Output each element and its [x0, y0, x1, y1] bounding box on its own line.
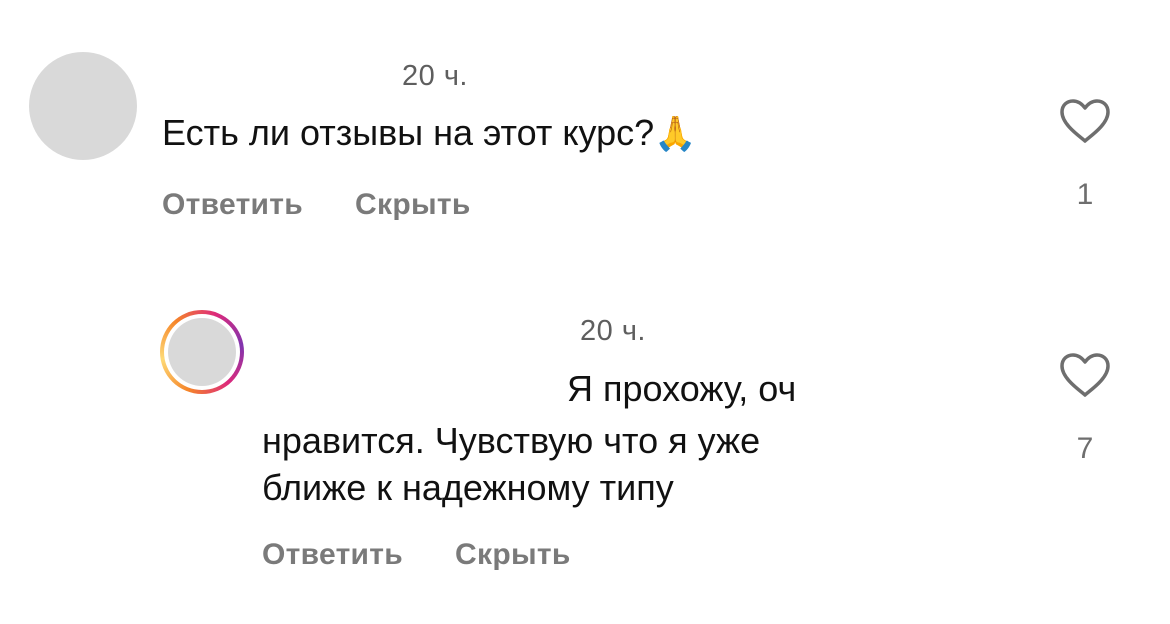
like-button[interactable]: 1 [1055, 98, 1115, 212]
comment-text-line2: нравится. Чувствую что я уже [262, 420, 761, 461]
like-count: 1 [1076, 178, 1094, 211]
reply-button[interactable]: Ответить [262, 538, 403, 572]
redacted-username [262, 330, 562, 410]
like-button[interactable]: 7 [1055, 352, 1115, 466]
comment-actions: Ответить Скрыть [262, 538, 571, 572]
hide-button[interactable]: Скрыть [355, 188, 471, 222]
heart-outline-icon [1060, 353, 1110, 397]
reply-button[interactable]: Ответить [162, 188, 303, 222]
pray-emoji-icon: 🙏 [654, 115, 697, 153]
avatar-story-ring[interactable] [160, 310, 244, 394]
avatar[interactable] [29, 52, 137, 160]
avatar [168, 318, 236, 386]
comment-text-line3: ближе к надежному типу [262, 467, 674, 508]
comment-time: 20 ч. [402, 60, 468, 92]
hide-button[interactable]: Скрыть [455, 538, 571, 572]
comment-text: Есть ли отзывы на этот курс?🙏 [162, 110, 697, 157]
comment-time: 20 ч. [580, 315, 646, 347]
comment-text-body: Есть ли отзывы на этот курс? [162, 112, 655, 153]
heart-outline-icon [1060, 99, 1110, 143]
comment-text-line1: Я прохожу, оч [567, 368, 797, 409]
comment-actions: Ответить Скрыть [162, 188, 471, 222]
like-count: 7 [1076, 432, 1094, 465]
